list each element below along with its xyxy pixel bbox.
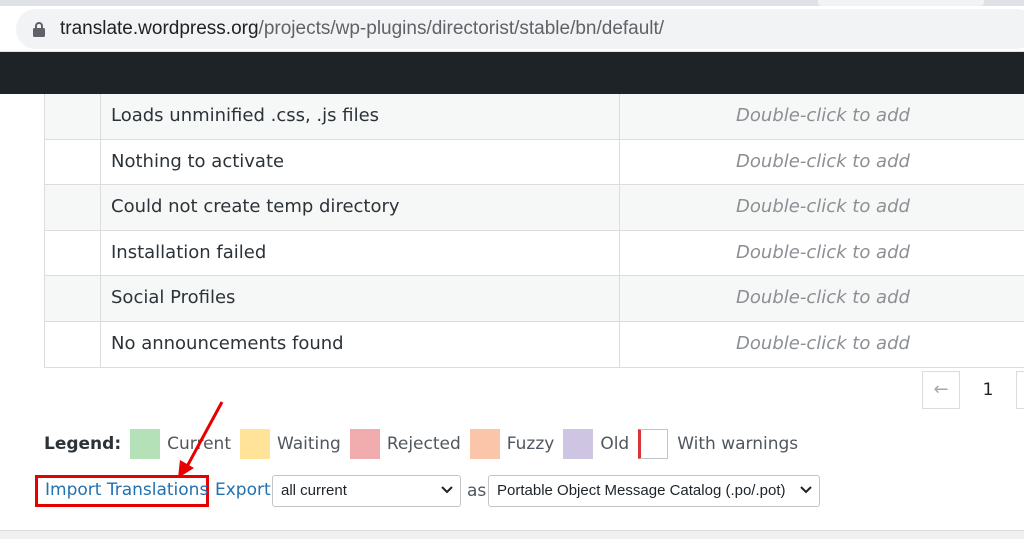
- original-string: Loads unminified .css, .js files: [102, 94, 620, 139]
- export-filter-select[interactable]: all current: [272, 475, 461, 507]
- export-format-value: Portable Object Message Catalog (.po/.po…: [497, 482, 786, 499]
- row-checkbox-cell[interactable]: [45, 276, 101, 321]
- export-link[interactable]: Export: [215, 480, 271, 500]
- table-row[interactable]: Social Profiles Double-click to add: [45, 276, 1024, 322]
- footer-divider: [0, 530, 1024, 539]
- legend-title: Legend:: [44, 434, 122, 454]
- translation-placeholder[interactable]: Double-click to add: [621, 322, 1024, 367]
- lock-icon[interactable]: [32, 21, 46, 37]
- table-row[interactable]: Could not create temp directory Double-c…: [45, 185, 1024, 231]
- legend-swatch-old: [563, 429, 594, 459]
- legend-swatch-rejected: [349, 429, 380, 459]
- chevron-down-icon: [441, 486, 453, 494]
- legend-label-rejected: Rejected: [386, 434, 461, 454]
- pagination-next-button[interactable]: [1016, 371, 1024, 409]
- legend-label-fuzzy: Fuzzy: [506, 434, 555, 454]
- export-filter-value: all current: [281, 482, 347, 499]
- url-host: translate.wordpress.org: [60, 18, 259, 39]
- row-checkbox-cell[interactable]: [45, 321, 101, 367]
- original-string: Nothing to activate: [102, 139, 620, 185]
- url-text[interactable]: translate.wordpress.org/projects/wp-plug…: [60, 18, 664, 40]
- row-checkbox-cell[interactable]: [45, 139, 101, 185]
- translation-placeholder[interactable]: Double-click to add: [621, 140, 1024, 185]
- export-format-select[interactable]: Portable Object Message Catalog (.po/.po…: [488, 475, 820, 507]
- import-translations-link[interactable]: Import Translations: [45, 480, 208, 500]
- admin-bar: [0, 52, 1024, 94]
- translations-table: Loads unminified .css, .js files Double-…: [44, 94, 1024, 368]
- translation-placeholder[interactable]: Double-click to add: [621, 231, 1024, 276]
- pagination-prev-arrow-icon: ←: [922, 371, 960, 409]
- legend-swatch-warnings: [638, 429, 669, 459]
- legend-label-waiting: Waiting: [277, 434, 341, 454]
- translation-placeholder[interactable]: Double-click to add: [621, 276, 1024, 321]
- legend-swatch-current: [130, 429, 161, 459]
- original-string: No announcements found: [102, 321, 620, 367]
- table-row[interactable]: Loads unminified .css, .js files Double-…: [45, 94, 1024, 140]
- table-row[interactable]: Nothing to activate Double-click to add: [45, 139, 1024, 186]
- original-string: Social Profiles: [102, 276, 620, 321]
- table-row[interactable]: Installation failed Double-click to add: [45, 230, 1024, 277]
- row-checkbox-cell[interactable]: [45, 230, 101, 276]
- url-omnibox[interactable]: translate.wordpress.org/projects/wp-plug…: [16, 9, 1024, 49]
- as-label: as: [467, 481, 487, 501]
- row-checkbox-cell[interactable]: [45, 185, 101, 230]
- table-row[interactable]: No announcements found Double-click to a…: [45, 321, 1024, 368]
- translation-placeholder[interactable]: Double-click to add: [621, 185, 1024, 230]
- original-string: Could not create temp directory: [102, 185, 620, 230]
- browser-address-bar: translate.wordpress.org/projects/wp-plug…: [0, 6, 1024, 52]
- legend-swatch-fuzzy: [469, 429, 500, 459]
- legend-label-old: Old: [600, 434, 630, 454]
- legend-swatch-waiting: [240, 429, 270, 459]
- original-string: Installation failed: [102, 230, 620, 276]
- url-path: /projects/wp-plugins/directorist/stable/…: [258, 18, 665, 39]
- status-legend: Legend: Current Waiting Rejected Fuzzy O…: [44, 428, 807, 460]
- pagination-current-page[interactable]: 1: [962, 371, 1014, 409]
- row-checkbox-cell[interactable]: [45, 94, 101, 139]
- translation-placeholder[interactable]: Double-click to add: [621, 94, 1024, 139]
- chevron-down-icon: [800, 486, 812, 494]
- red-arrow-annotation-icon: [178, 401, 224, 478]
- legend-label-warnings: With warnings: [677, 434, 799, 454]
